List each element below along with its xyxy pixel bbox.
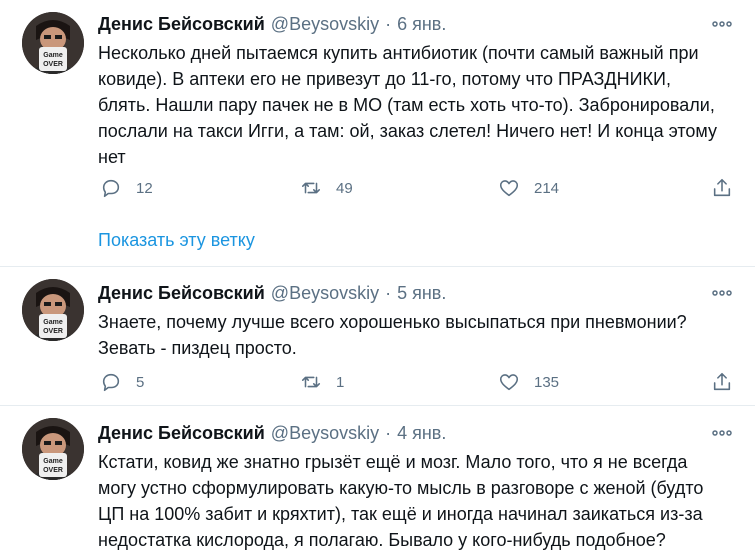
share-button[interactable]: [711, 369, 733, 395]
share-icon: [713, 178, 731, 197]
like-button[interactable]: 135: [498, 369, 559, 395]
retweet-count: 1: [336, 373, 345, 391]
retweet-icon: [301, 182, 321, 194]
retweet-icon: [301, 376, 321, 388]
more-icon[interactable]: [709, 283, 735, 303]
reply-icon: [102, 373, 120, 392]
tweet-1[interactable]: Game OVER Денис Бейсовский @Beysovskiy ·…: [0, 0, 755, 266]
avatar[interactable]: Game OVER: [22, 12, 84, 74]
tweet-text: Несколько дней пытаемся купить антибиоти…: [98, 43, 718, 167]
retweet-button[interactable]: 1: [300, 369, 344, 395]
tweet-text: Кстати, ковид же знатно грызёт ещё и моз…: [98, 452, 704, 550]
separator-dot: ·: [385, 423, 392, 443]
more-icon[interactable]: [709, 14, 735, 34]
tweet-header: Денис Бейсовский @Beysovskiy · 4 янв.: [98, 423, 446, 449]
show-thread-link[interactable]: Показать эту ветку: [98, 230, 255, 251]
reply-icon: [102, 179, 120, 198]
like-button[interactable]: 214: [498, 175, 559, 201]
share-button[interactable]: [711, 175, 733, 201]
author-name[interactable]: Денис Бейсовский: [98, 283, 265, 304]
retweet-button[interactable]: 49: [300, 175, 353, 201]
tweet-actions: 12 49 214: [98, 175, 738, 201]
author-handle[interactable]: @Beysovskiy: [271, 283, 379, 304]
author-handle[interactable]: @Beysovskiy: [271, 423, 379, 444]
svg-text:Game: Game: [43, 458, 63, 465]
reply-button[interactable]: 5: [100, 369, 144, 395]
tweet-header: Денис Бейсовский @Beysovskiy · 6 янв.: [98, 14, 446, 40]
svg-text:OVER: OVER: [43, 328, 63, 335]
avatar[interactable]: Game OVER: [22, 279, 84, 341]
reply-count: 5: [136, 373, 145, 391]
tweet-3[interactable]: Game OVER Денис Бейсовский @Beysovskiy ·…: [0, 406, 755, 557]
retweet-count: 49: [336, 179, 353, 197]
svg-text:OVER: OVER: [43, 61, 63, 68]
author-handle[interactable]: @Beysovskiy: [271, 14, 379, 35]
tweet-text: Знаете, почему лучше всего хорошенько вы…: [98, 312, 687, 358]
reply-count: 12: [136, 179, 153, 197]
avatar-image: Game OVER: [22, 12, 84, 74]
svg-text:Game: Game: [43, 319, 63, 326]
tweet-date[interactable]: 5 янв.: [397, 283, 446, 304]
separator-dot: ·: [385, 14, 392, 34]
avatar-image: Game OVER: [22, 418, 84, 480]
like-icon: [499, 180, 519, 197]
avatar-image: Game OVER: [22, 279, 84, 341]
reply-button[interactable]: 12: [100, 175, 153, 201]
avatar[interactable]: Game OVER: [22, 418, 84, 480]
more-icon[interactable]: [709, 423, 735, 443]
tweet-date[interactable]: 6 янв.: [397, 14, 446, 35]
share-icon: [713, 372, 731, 391]
like-count: 214: [534, 179, 560, 197]
separator-dot: ·: [385, 283, 392, 303]
tweet-header: Денис Бейсовский @Beysovskiy · 5 янв.: [98, 283, 446, 309]
tweet-actions: 5 1 135: [98, 369, 738, 395]
like-count: 135: [534, 373, 560, 391]
svg-text:OVER: OVER: [43, 467, 63, 474]
author-name[interactable]: Денис Бейсовский: [98, 14, 265, 35]
tweet-2[interactable]: Game OVER Денис Бейсовский @Beysovskiy ·…: [0, 267, 755, 405]
svg-text:Game: Game: [43, 52, 63, 59]
author-name[interactable]: Денис Бейсовский: [98, 423, 265, 444]
tweet-date[interactable]: 4 янв.: [397, 423, 446, 444]
like-icon: [499, 374, 519, 391]
